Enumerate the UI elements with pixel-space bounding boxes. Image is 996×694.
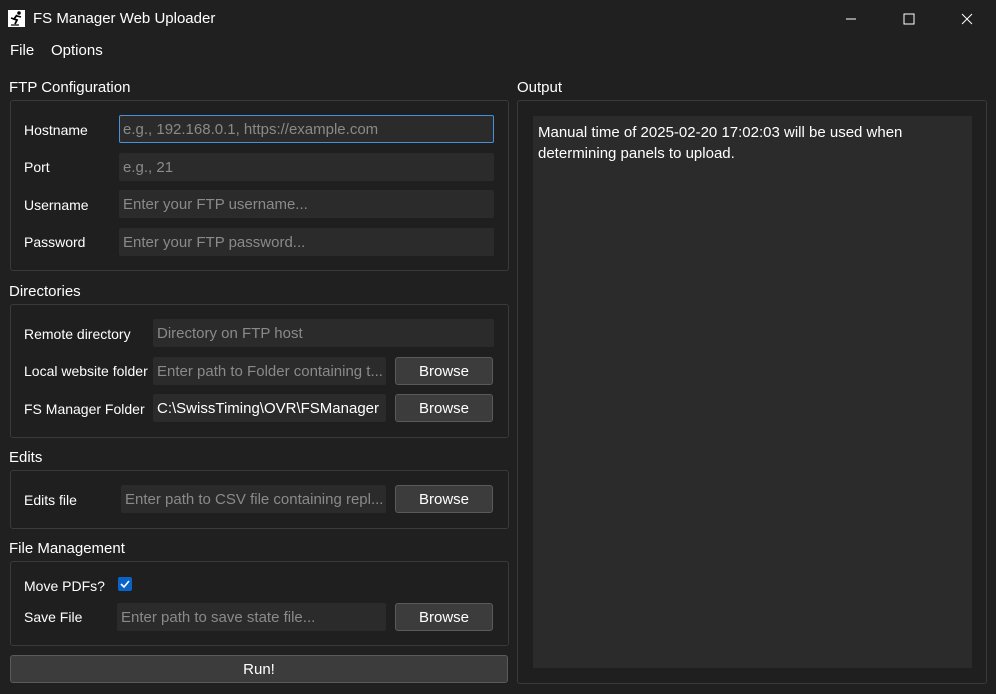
fs-manager-folder-label: FS Manager Folder [24, 401, 145, 417]
menu-file[interactable]: File [10, 42, 34, 59]
maximize-button[interactable] [880, 0, 938, 38]
remote-directory-input[interactable] [153, 319, 494, 347]
remote-directory-label: Remote directory [24, 326, 131, 342]
menu-options[interactable]: Options [51, 42, 103, 59]
move-pdfs-label: Move PDFs? [24, 578, 105, 594]
window-title: FS Manager Web Uploader [33, 10, 216, 27]
menu-bar: File Options [0, 38, 996, 64]
directories-title: Directories [9, 283, 81, 300]
password-label: Password [24, 234, 86, 250]
username-input[interactable] [119, 190, 494, 218]
minimize-button[interactable] [822, 0, 880, 38]
hostname-label: Hostname [24, 122, 88, 138]
edits-browse-button[interactable]: Browse [395, 485, 493, 513]
app-skater-icon [8, 10, 25, 27]
checkmark-icon [120, 580, 130, 589]
close-icon [961, 13, 973, 25]
run-button[interactable]: Run! [10, 655, 508, 683]
app-window: FS Manager Web Uploader File Options FTP… [0, 0, 996, 694]
local-folder-browse-button[interactable]: Browse [395, 357, 493, 385]
edits-file-label: Edits file [24, 492, 77, 508]
port-input[interactable] [119, 153, 494, 181]
hostname-input[interactable] [119, 115, 494, 143]
save-file-input[interactable] [117, 603, 386, 631]
local-website-folder-label: Local website folder [24, 363, 148, 379]
fs-manager-browse-button[interactable]: Browse [395, 394, 493, 422]
local-website-folder-input[interactable] [153, 357, 386, 385]
save-file-browse-button[interactable]: Browse [395, 603, 493, 631]
output-text-area[interactable]: Manual time of 2025-02-20 17:02:03 will … [533, 116, 972, 668]
file-management-title: File Management [9, 540, 125, 557]
save-file-label: Save File [24, 609, 83, 625]
password-input[interactable] [119, 228, 494, 256]
ftp-config-title: FTP Configuration [9, 79, 131, 96]
output-title: Output [517, 79, 563, 96]
title-bar: FS Manager Web Uploader [0, 0, 996, 38]
minimize-icon [846, 18, 856, 20]
edits-title: Edits [9, 449, 43, 466]
maximize-icon [903, 13, 915, 25]
username-label: Username [24, 197, 89, 213]
fs-manager-folder-input[interactable] [153, 394, 386, 422]
move-pdfs-checkbox[interactable] [118, 577, 132, 591]
port-label: Port [24, 159, 50, 175]
edits-file-input[interactable] [121, 485, 386, 513]
close-button[interactable] [938, 0, 996, 38]
